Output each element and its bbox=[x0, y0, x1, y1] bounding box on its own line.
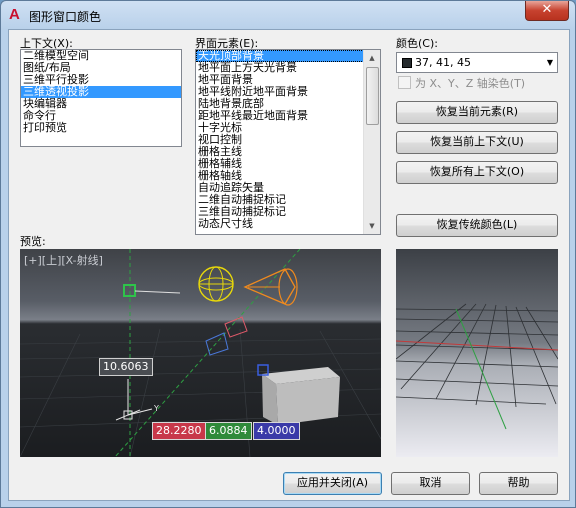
restore-all-button[interactable]: 恢复所有上下文(O) bbox=[396, 161, 558, 184]
restore-classic-button[interactable]: 恢复传统颜色(L) bbox=[396, 214, 558, 237]
perspective-preview bbox=[396, 249, 558, 457]
context-listbox[interactable]: 二维模型空间 图纸/布局 三维平行投影 三维透视投影 块编辑器 命令行 打印预览 bbox=[20, 49, 182, 147]
preview-viewport: Y [+][上][X-射线] 10.6063 28.2280 6.0884 4.… bbox=[20, 249, 381, 457]
scroll-up-icon[interactable]: ▲ bbox=[364, 50, 380, 66]
coord-x-field: 28.2280 bbox=[152, 422, 206, 440]
dimension-input: 10.6063 bbox=[99, 358, 153, 376]
dialog-client: 上下文(X): 二维模型空间 图纸/布局 三维平行投影 三维透视投影 块编辑器 … bbox=[8, 29, 570, 501]
element-item[interactable]: 动态尺寸线 bbox=[196, 218, 380, 230]
tint-axes-label: 为 X、Y、Z 轴染色(T) bbox=[415, 77, 526, 90]
close-button[interactable]: ✕ bbox=[525, 1, 569, 21]
autocad-logo-icon: A bbox=[9, 6, 20, 23]
coord-z-field: 4.0000 bbox=[253, 422, 300, 440]
window-title: 图形窗口颜色 bbox=[29, 10, 102, 24]
elements-listbox[interactable]: 天光顶部背景 地平面上方天光背景 地平面背景 地平线附近地平面背景 陆地背景底部… bbox=[195, 49, 381, 235]
dialog-window: A 图形窗口颜色 ✕ 上下文(X): 二维模型空间 图纸/布局 三维平行投影 三… bbox=[0, 0, 576, 508]
coord-y-field: 6.0884 bbox=[205, 422, 252, 440]
elements-scrollbar[interactable]: ▲ ▼ bbox=[363, 50, 380, 234]
restore-element-button[interactable]: 恢复当前元素(R) bbox=[396, 101, 558, 124]
color-value: 37, 41, 45 bbox=[415, 56, 471, 69]
axis-y-label: Y bbox=[153, 404, 159, 413]
color-dropdown[interactable]: 37, 41, 45 ▼ bbox=[396, 52, 558, 73]
apply-close-button[interactable]: 应用并关闭(A) bbox=[283, 472, 382, 495]
perspective-scene bbox=[396, 249, 558, 457]
context-item[interactable]: 打印预览 bbox=[21, 122, 181, 134]
color-label: 颜色(C): bbox=[396, 37, 438, 50]
title-bar: A 图形窗口颜色 ✕ bbox=[1, 1, 575, 29]
tint-axes-checkbox[interactable]: 为 X、Y、Z 轴染色(T) bbox=[398, 75, 558, 90]
scroll-down-icon[interactable]: ▼ bbox=[364, 218, 380, 234]
preview-label: 预览: bbox=[20, 235, 46, 248]
help-button[interactable]: 帮助 bbox=[479, 472, 558, 495]
checkbox-box[interactable] bbox=[398, 76, 411, 89]
viewport-label: [+][上][X-射线] bbox=[24, 254, 103, 267]
scroll-thumb[interactable] bbox=[366, 67, 379, 125]
chevron-down-icon[interactable]: ▼ bbox=[547, 58, 553, 67]
cancel-button[interactable]: 取消 bbox=[391, 472, 470, 495]
restore-context-button[interactable]: 恢复当前上下文(U) bbox=[396, 131, 558, 154]
color-swatch bbox=[402, 58, 412, 68]
